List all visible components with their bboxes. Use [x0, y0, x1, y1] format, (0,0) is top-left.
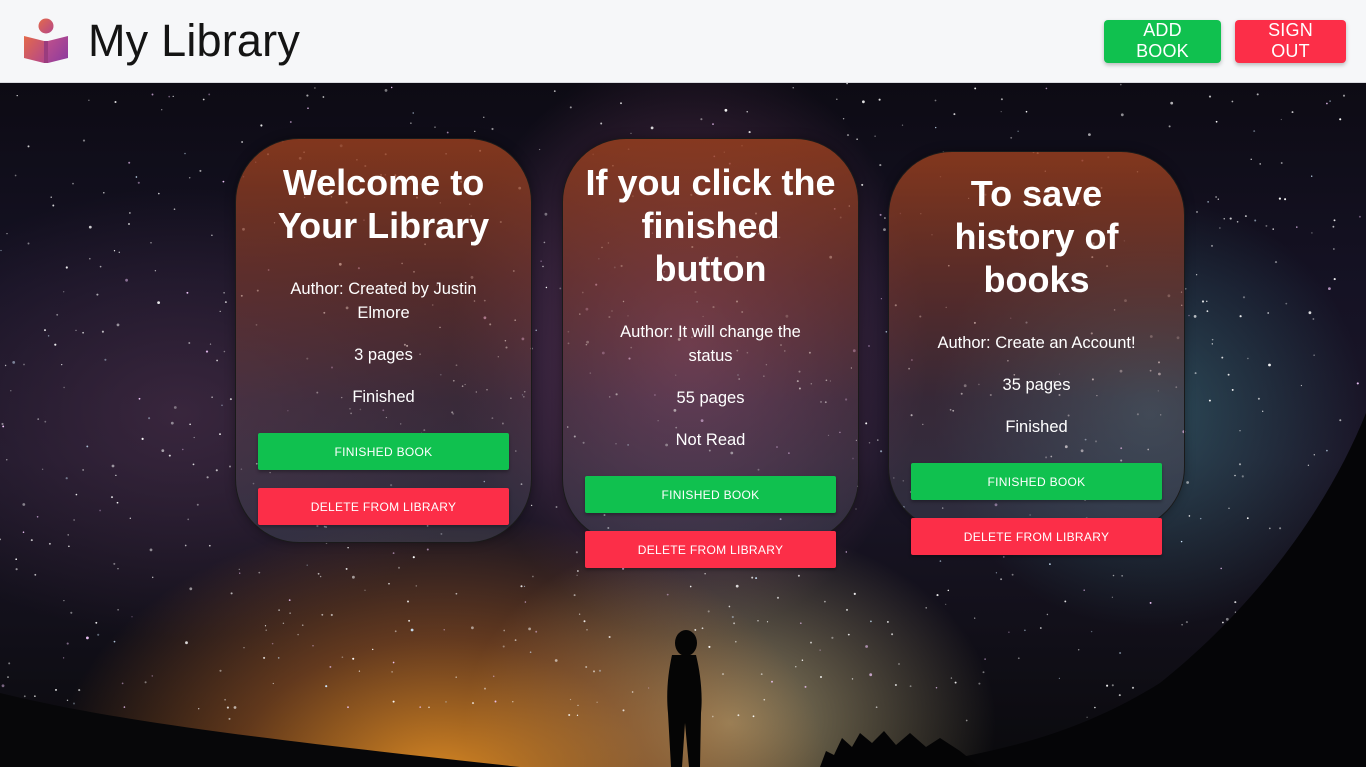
book-card: To save history of books Author: Create … [888, 151, 1185, 555]
book-card: If you click the finished button Author:… [562, 138, 859, 568]
book-title: Welcome to Your Library [277, 162, 490, 246]
app-header: My Library ADD BOOK SIGN OUT [0, 0, 1366, 83]
finished-book-button[interactable]: FINISHED BOOK [258, 433, 509, 470]
book-pages: 3 pages [354, 346, 413, 364]
book-title: To save history of books [954, 173, 1119, 300]
delete-from-library-button[interactable]: DELETE FROM LIBRARY [911, 518, 1162, 555]
book-author: Author: Create an Account! [937, 334, 1136, 352]
person-silhouette [667, 630, 702, 767]
brand[interactable]: My Library [22, 15, 300, 67]
book-title: If you click the finished button [585, 162, 836, 289]
finished-book-button[interactable]: FINISHED BOOK [911, 463, 1162, 500]
book-author: Author: Created by Justin Elmore [290, 280, 477, 322]
book-pages: 55 pages [676, 389, 745, 407]
book-status: Finished [1005, 418, 1068, 436]
add-book-button[interactable]: ADD BOOK [1104, 19, 1221, 63]
app-title: My Library [88, 15, 301, 66]
book-status: Not Read [675, 431, 746, 449]
book-author: Author: It will change the status [620, 323, 801, 365]
book-reader-icon [22, 17, 70, 65]
finished-book-button[interactable]: FINISHED BOOK [585, 476, 836, 513]
book-status: Finished [352, 388, 415, 406]
sign-out-button[interactable]: SIGN OUT [1235, 19, 1346, 63]
delete-from-library-button[interactable]: DELETE FROM LIBRARY [585, 531, 836, 568]
header-actions: ADD BOOK SIGN OUT [1104, 19, 1346, 63]
book-pages: 35 pages [1002, 376, 1071, 394]
delete-from-library-button[interactable]: DELETE FROM LIBRARY [258, 488, 509, 525]
book-card: Welcome to Your Library Author: Created … [235, 138, 532, 543]
